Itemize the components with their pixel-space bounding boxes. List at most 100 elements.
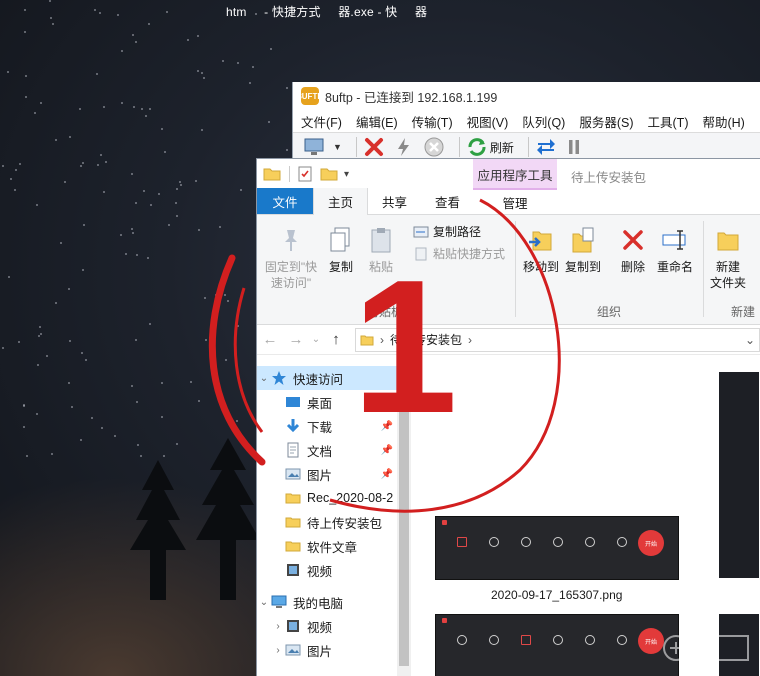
star-dot bbox=[136, 254, 138, 256]
file-thumbnail[interactable]: 开始 bbox=[435, 516, 679, 580]
stop-button[interactable] bbox=[423, 135, 445, 159]
star-dot bbox=[24, 9, 26, 11]
nav-quick-access[interactable]: ⌄ 快速访问 bbox=[257, 366, 397, 390]
star-dot bbox=[15, 169, 17, 171]
star-dot bbox=[25, 75, 27, 77]
delete-button[interactable]: 删除 bbox=[617, 225, 649, 275]
nav-scrollbar-thumb[interactable] bbox=[399, 366, 409, 666]
ftp-menu-queue[interactable]: 队列(Q) bbox=[522, 112, 565, 131]
back-arrow-icon[interactable]: ← bbox=[257, 331, 283, 348]
breadcrumb-chevron-icon[interactable]: › bbox=[468, 333, 472, 347]
tree-silhouettes bbox=[130, 438, 260, 600]
expand-caret-icon[interactable]: ⌄ bbox=[257, 597, 271, 608]
customize-qat-icon[interactable]: ▾ bbox=[344, 169, 349, 180]
up-arrow-icon[interactable]: ↑ bbox=[323, 331, 349, 348]
ftp-menu-file[interactable]: 文件(F) bbox=[301, 112, 342, 131]
properties-icon[interactable] bbox=[296, 165, 314, 183]
sidebar-item[interactable]: 文档 📌 bbox=[257, 438, 397, 462]
nav-this-pc[interactable]: ⌄ 我的电脑 bbox=[257, 590, 397, 614]
pin-icon[interactable]: 📌 bbox=[381, 397, 393, 408]
transfer-button[interactable] bbox=[535, 135, 557, 159]
ftp-menu-transfer[interactable]: 传输(T) bbox=[412, 112, 453, 131]
star-dot bbox=[135, 339, 137, 341]
sidebar-item[interactable]: 下载 📌 bbox=[257, 414, 397, 438]
star-dot bbox=[68, 382, 70, 384]
star-dot bbox=[143, 190, 145, 192]
star-dot bbox=[24, 31, 26, 33]
nav-scrollbar[interactable] bbox=[397, 358, 411, 676]
ftp-menu-edit[interactable]: 编辑(E) bbox=[356, 112, 398, 131]
file-thumbnail[interactable]: 开始 bbox=[435, 614, 679, 676]
new-folder-qat-icon[interactable] bbox=[320, 165, 338, 183]
ftp-menu-tools[interactable]: 工具(T) bbox=[648, 112, 689, 131]
tab-home[interactable]: 主页 bbox=[313, 188, 369, 215]
tab-file[interactable]: 文件 bbox=[257, 188, 313, 214]
connect-button[interactable]: ▼ bbox=[303, 135, 342, 159]
ftp-title-bar[interactable]: 8UFTP 8uftp - 已连接到 192.168.1.199 bbox=[293, 82, 760, 110]
file-thumbnail-partial[interactable] bbox=[719, 372, 759, 578]
sidebar-item[interactable]: 视频 bbox=[257, 558, 397, 582]
ftp-menu-help[interactable]: 帮助(H) bbox=[702, 112, 744, 131]
star-dot bbox=[212, 320, 214, 322]
copy-button[interactable]: 复制 bbox=[325, 225, 357, 275]
disconnect-button[interactable] bbox=[363, 135, 385, 159]
ftp-menu-view[interactable]: 视图(V) bbox=[467, 112, 509, 131]
move-to-button[interactable]: 移动到 bbox=[521, 225, 561, 275]
sidebar-item[interactable]: 软件文章 bbox=[257, 534, 397, 558]
taskbar-item: - 快捷方式 bbox=[264, 5, 321, 19]
new-folder-button[interactable]: 新建 文件夹 bbox=[707, 225, 749, 291]
copy-to-button[interactable]: 复制到 bbox=[563, 225, 603, 275]
refresh-button[interactable]: 刷新 bbox=[466, 135, 514, 159]
nav-pc-pictures[interactable]: › 图片 bbox=[257, 638, 397, 662]
folder-icon bbox=[263, 168, 281, 181]
nav-label: 下载 bbox=[307, 420, 333, 435]
pin-quick-access-button[interactable]: 固定到"快速访问" bbox=[261, 225, 321, 291]
address-dropdown-icon[interactable]: ⌄ bbox=[741, 333, 759, 347]
sidebar-item[interactable]: 待上传安装包 bbox=[257, 510, 397, 534]
tab-manage[interactable]: 管理 bbox=[473, 188, 557, 214]
pin-icon[interactable]: 📌 bbox=[381, 445, 393, 456]
expand-caret-icon[interactable]: ⌄ bbox=[257, 373, 271, 384]
quick-connect-button[interactable] bbox=[393, 135, 415, 159]
star-dot bbox=[286, 149, 288, 151]
copy-path-button[interactable]: 复制路径 bbox=[413, 223, 481, 240]
star-dot bbox=[36, 413, 38, 415]
ftp-menu-server[interactable]: 服务器(S) bbox=[579, 112, 633, 131]
expand-caret-icon[interactable]: › bbox=[271, 621, 285, 632]
star-dot bbox=[120, 234, 122, 236]
star-dot bbox=[161, 128, 163, 130]
recent-chevron-icon[interactable]: ⌄ bbox=[309, 334, 323, 345]
forward-arrow-icon[interactable]: → bbox=[283, 331, 309, 348]
refresh-icon bbox=[468, 138, 486, 156]
star-dot bbox=[268, 121, 270, 123]
nav-pc-videos[interactable]: › 视频 bbox=[257, 614, 397, 638]
region-icon bbox=[478, 635, 510, 651]
new-folder-icon bbox=[717, 232, 739, 251]
expand-caret-icon[interactable]: › bbox=[271, 645, 285, 656]
paste-shortcut-button[interactable]: 粘贴快捷方式 bbox=[413, 245, 505, 262]
folder-icon bbox=[285, 493, 301, 504]
pin-icon[interactable]: 📌 bbox=[381, 469, 393, 480]
star-dot bbox=[2, 347, 4, 349]
breadcrumb-current[interactable]: 待上传安装包 bbox=[390, 331, 462, 348]
new-folder-label: 新建 文件夹 bbox=[709, 260, 746, 290]
file-name[interactable]: 2020-09-17_165307.png bbox=[491, 588, 622, 602]
paste-button[interactable]: 粘贴 bbox=[365, 225, 397, 275]
thumbnail-toolbar bbox=[446, 537, 638, 553]
sidebar-item[interactable]: 图片 📌 bbox=[257, 462, 397, 486]
toolbar-separator bbox=[355, 137, 357, 157]
star-dot bbox=[71, 406, 73, 408]
app-tools-contextual-tab: 应用程序工具 bbox=[473, 159, 557, 189]
rename-button[interactable]: 重命名 bbox=[655, 225, 695, 275]
tab-share[interactable]: 共享 bbox=[368, 188, 421, 214]
star-dot bbox=[148, 23, 150, 25]
sidebar-item[interactable]: 桌面 📌 bbox=[257, 390, 397, 414]
pin-icon[interactable]: 📌 bbox=[381, 421, 393, 432]
star-dot bbox=[46, 355, 48, 357]
nav-label: 视频 bbox=[307, 620, 333, 635]
address-box[interactable]: › 待上传安装包 › ⌄ bbox=[355, 327, 760, 352]
tab-view[interactable]: 查看 bbox=[421, 188, 474, 214]
nav-label: 图片 bbox=[307, 468, 333, 483]
pause-button[interactable] bbox=[565, 135, 583, 159]
sidebar-item[interactable]: Rec_2020-08-2 bbox=[257, 486, 397, 510]
